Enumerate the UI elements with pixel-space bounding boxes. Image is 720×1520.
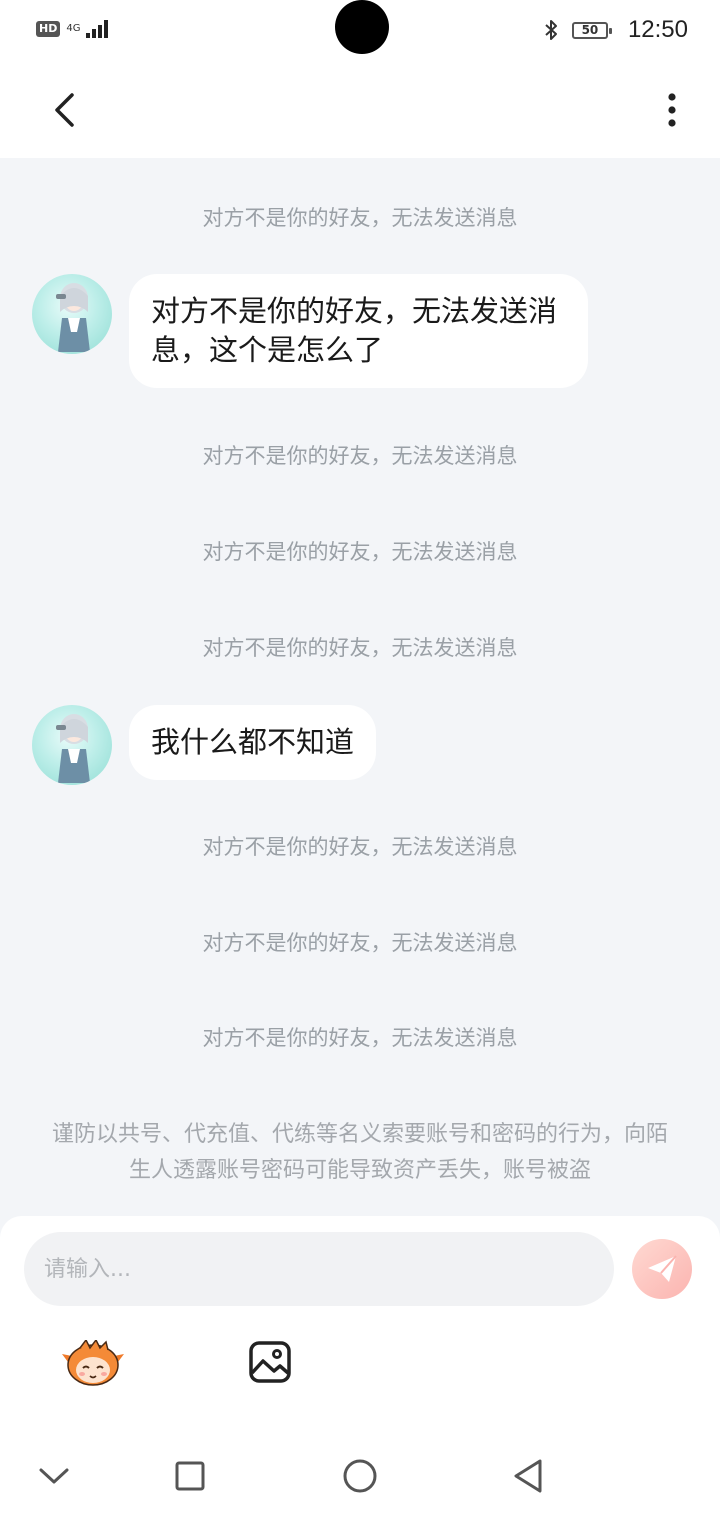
image-icon <box>249 1341 291 1383</box>
send-plane-icon <box>648 1255 677 1282</box>
nav-recents-button[interactable] <box>170 1456 210 1496</box>
chat-area[interactable]: 对方不是你的好友，无法发送消息 对方不是你的好友，无法发送消息，这个是怎么了 对… <box>0 158 720 1216</box>
message-bubble[interactable]: 我什么都不知道 <box>129 705 377 780</box>
nav-home-button[interactable] <box>340 1456 380 1496</box>
avatar[interactable] <box>32 274 112 354</box>
status-right: 50 12:50 <box>542 16 688 44</box>
send-button[interactable] <box>632 1239 692 1299</box>
triangle-back-icon <box>514 1459 542 1493</box>
signal-icon <box>86 20 109 38</box>
image-button[interactable] <box>248 1340 292 1384</box>
camera-cutout <box>335 0 389 54</box>
back-arrow-icon <box>55 93 74 127</box>
nav-collapse-button[interactable] <box>34 1456 74 1496</box>
message-bubble[interactable]: 对方不是你的好友，无法发送消息，这个是怎么了 <box>129 274 588 388</box>
status-bar: HD 4G 50 12:50 <box>0 0 720 62</box>
message-row: 我什么都不知道 <box>32 705 377 785</box>
emoji-mascot-icon <box>62 1338 124 1386</box>
avatar-character-icon <box>56 283 90 352</box>
system-nav-bar <box>0 1430 720 1520</box>
square-icon <box>175 1461 205 1491</box>
system-notice: 对方不是你的好友，无法发送消息 <box>202 540 518 564</box>
more-options-button[interactable] <box>648 86 696 134</box>
system-notice: 对方不是你的好友，无法发送消息 <box>202 636 518 660</box>
system-notice: 对方不是你的好友，无法发送消息 <box>202 444 518 468</box>
emoji-button[interactable] <box>62 1338 124 1386</box>
avatar-character-icon <box>56 714 90 783</box>
nav-back-button[interactable] <box>508 1456 548 1496</box>
back-button[interactable] <box>40 86 88 134</box>
bluetooth-icon <box>545 20 557 40</box>
battery-icon: 50 <box>571 21 612 39</box>
status-left: HD 4G <box>36 20 109 38</box>
message-row: 对方不是你的好友，无法发送消息，这个是怎么了 <box>32 274 588 388</box>
avatar[interactable] <box>32 705 112 785</box>
system-notice: 对方不是你的好友，无法发送消息 <box>202 931 518 955</box>
more-vertical-icon <box>668 93 676 127</box>
system-notice: 对方不是你的好友，无法发送消息 <box>202 1026 518 1050</box>
message-input[interactable] <box>24 1232 614 1306</box>
clock: 12:50 <box>627 16 688 43</box>
network-type: 4G <box>66 23 81 34</box>
system-notice: 对方不是你的好友，无法发送消息 <box>202 206 518 230</box>
battery-level: 50 <box>581 23 599 37</box>
chevron-down-icon <box>39 1468 69 1484</box>
chat-header <box>0 62 720 158</box>
system-notice: 对方不是你的好友，无法发送消息 <box>202 835 518 859</box>
hd-indicator: HD <box>36 21 61 37</box>
safety-notice: 谨防以共号、代充值、代练等名义索要账号和密码的行为，向陌生人透露账号密码可能导致… <box>51 1122 668 1183</box>
circle-icon <box>343 1459 377 1493</box>
